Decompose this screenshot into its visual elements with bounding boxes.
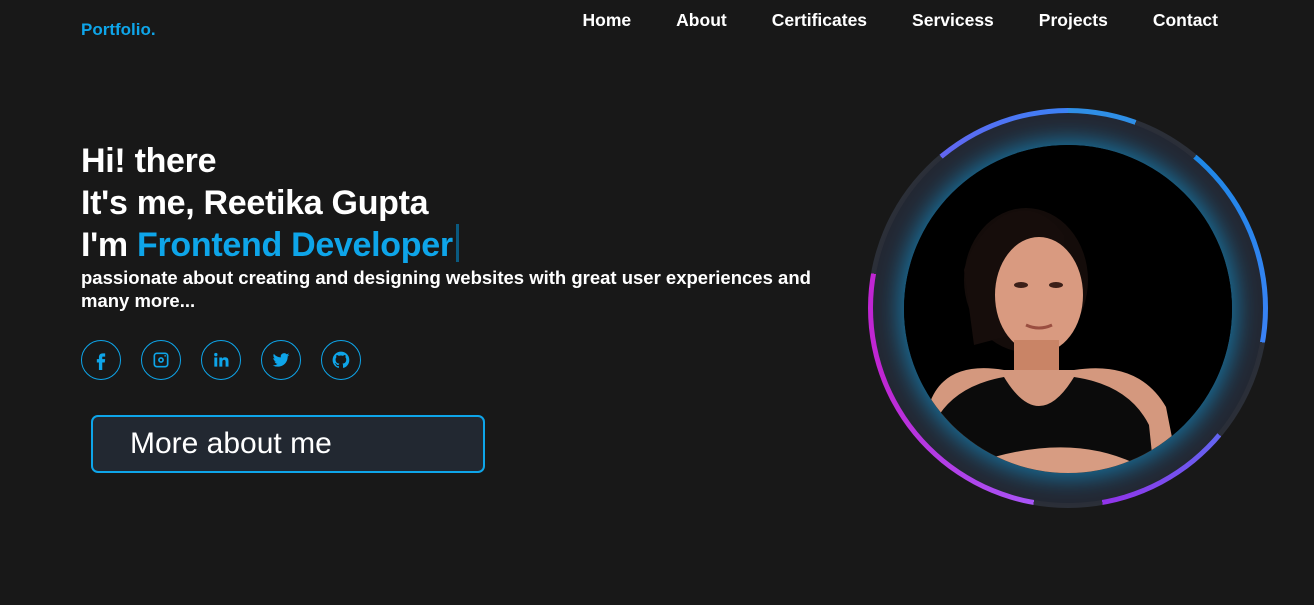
twitter-link[interactable]	[261, 340, 301, 380]
social-links	[81, 340, 361, 380]
nav-about[interactable]: About	[676, 9, 727, 31]
role-text: Frontend Developer	[137, 226, 453, 264]
profile-photo-frame	[868, 108, 1268, 508]
person-silhouette	[904, 145, 1232, 473]
facebook-icon	[96, 353, 106, 370]
nav-projects[interactable]: Projects	[1039, 9, 1108, 31]
hero-description: passionate about creating and designing …	[81, 267, 811, 311]
nav-home[interactable]: Home	[583, 9, 632, 31]
twitter-icon	[272, 353, 290, 367]
github-link[interactable]	[321, 340, 361, 380]
profile-photo	[904, 145, 1232, 473]
linkedin-link[interactable]	[201, 340, 241, 380]
role-line: I'm Frontend Developer	[81, 224, 861, 266]
nav-contact[interactable]: Contact	[1153, 9, 1218, 31]
greeting-line: Hi! there	[81, 142, 217, 180]
nav-services[interactable]: Servicess	[912, 9, 994, 31]
instagram-icon	[153, 352, 169, 368]
more-about-me-button[interactable]: More about me	[91, 415, 485, 473]
facebook-link[interactable]	[81, 340, 121, 380]
instagram-link[interactable]	[141, 340, 181, 380]
hero-section: Hi! there It's me, Reetika Gupta I'm Fro…	[81, 140, 861, 312]
main-nav: Home About Certificates Servicess Projec…	[538, 9, 1218, 31]
github-icon	[332, 351, 350, 368]
hero-heading: Hi! there It's me, Reetika Gupta I'm Fro…	[81, 140, 861, 266]
nav-certificates[interactable]: Certificates	[772, 9, 867, 31]
logo[interactable]: Portfolio.	[81, 20, 156, 40]
linkedin-icon	[214, 352, 229, 367]
name-line: It's me, Reetika Gupta	[81, 184, 429, 222]
role-prefix: I'm	[81, 226, 138, 264]
typing-cursor	[455, 224, 459, 262]
